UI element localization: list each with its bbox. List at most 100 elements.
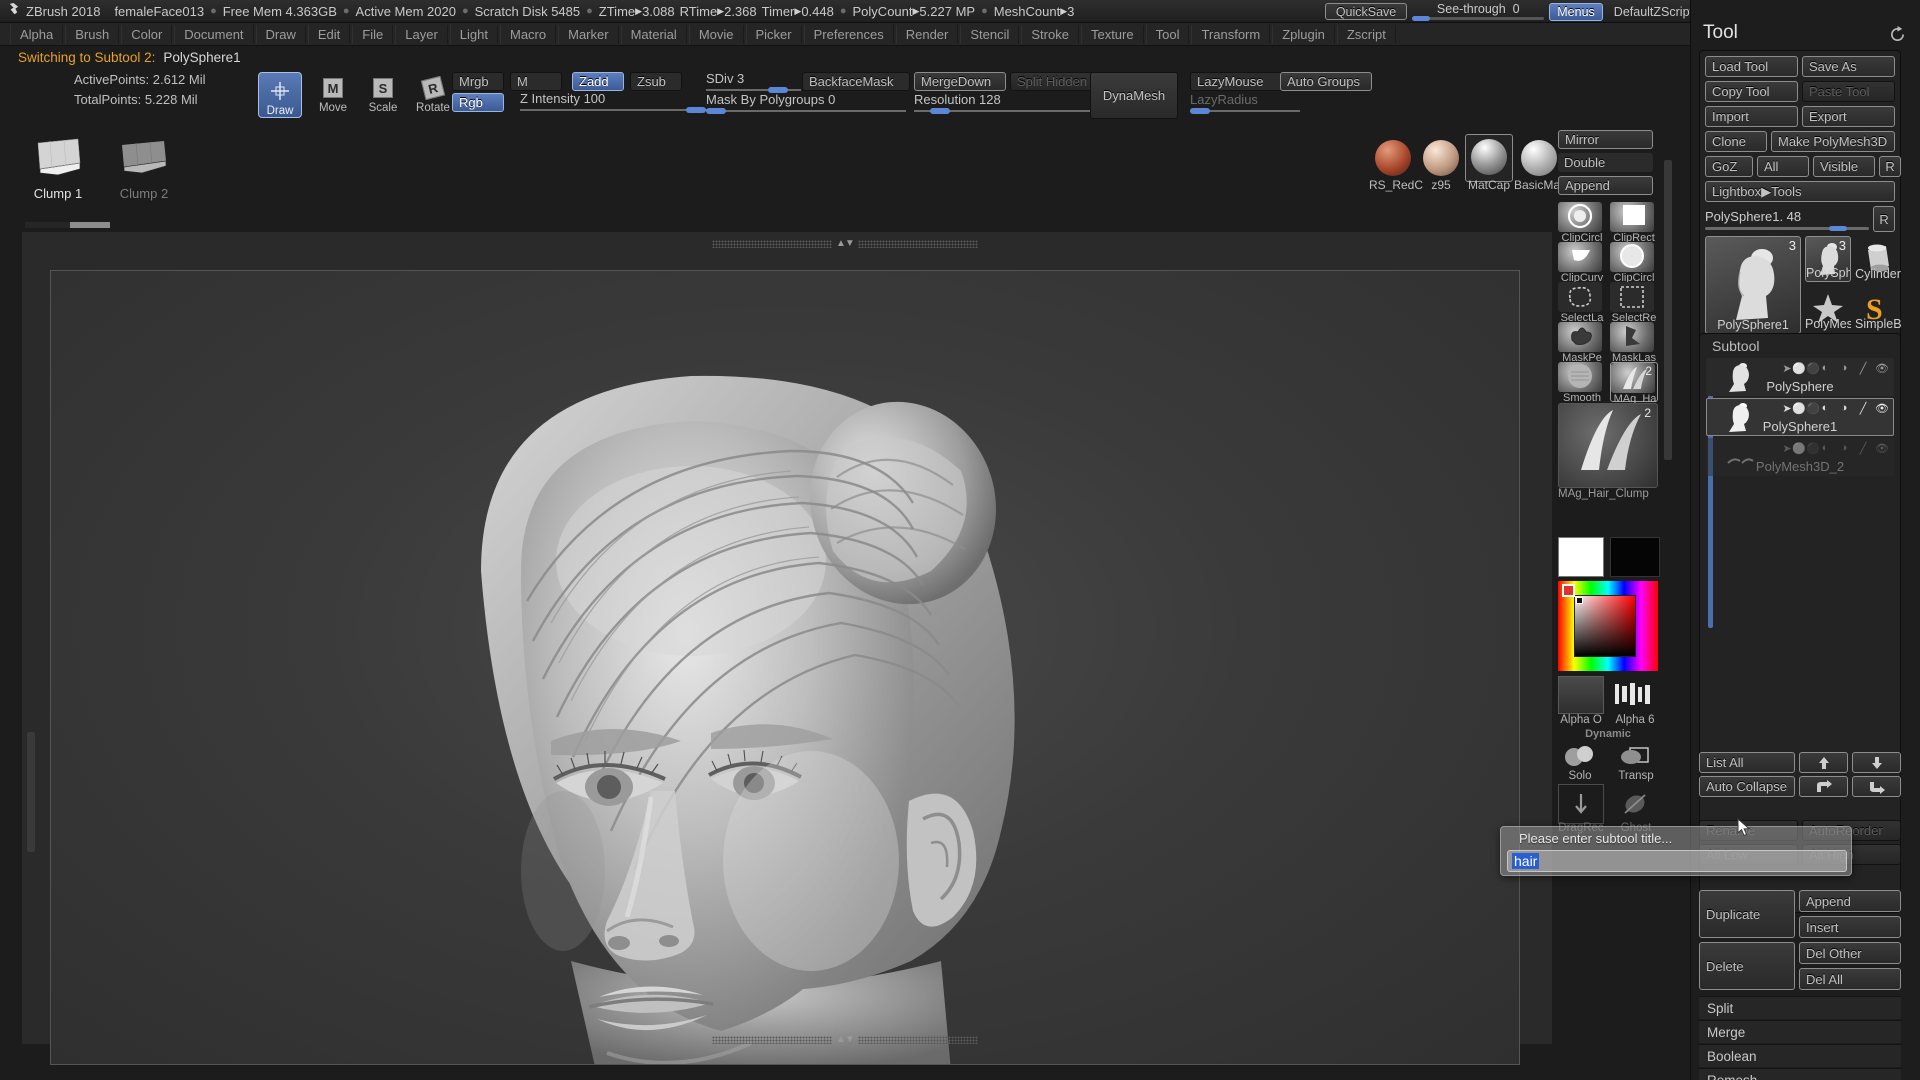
brush-clipcurve[interactable]: ClipCurv <box>1558 242 1606 284</box>
polypaint-icon[interactable]: ⚪⚫ <box>1792 362 1819 375</box>
goz-button[interactable]: GoZ <box>1705 156 1753 177</box>
smooth-shade-icon[interactable]: ╱ <box>1856 402 1870 415</box>
auto-collapse-button[interactable]: Auto Collapse <box>1699 776 1795 797</box>
double-button[interactable]: Double <box>1558 153 1653 172</box>
menu-zplugin[interactable]: Zplugin <box>1272 24 1335 44</box>
tool-thumbnail-clump2[interactable]: Clump 2 <box>108 130 180 201</box>
material-ball-basicmat[interactable] <box>1521 140 1557 176</box>
make-polymesh3d-button[interactable]: Make PolyMesh3D <box>1771 131 1895 152</box>
menu-light[interactable]: Light <box>449 24 498 44</box>
ghost-icon[interactable] <box>1612 784 1658 824</box>
z-intensity-knob[interactable] <box>686 107 706 113</box>
del-all-button[interactable]: Del All <box>1799 968 1901 990</box>
merge-down-button[interactable]: MergeDown <box>914 72 1006 91</box>
see-through-track[interactable] <box>1412 16 1545 21</box>
clone-button[interactable]: Clone <box>1705 131 1767 152</box>
canvas-left-scrollbar[interactable] <box>27 732 35 852</box>
polypaint-icon[interactable]: ⚪⚫ <box>1792 402 1819 415</box>
color-picker-sv-marker[interactable] <box>1576 597 1583 604</box>
half-moon-icon[interactable]: ◐ <box>1818 402 1832 414</box>
indent-left-button[interactable] <box>1852 776 1901 797</box>
eye-icon[interactable]: 👁 <box>1875 362 1889 375</box>
zsub-button[interactable]: Zsub <box>630 72 682 91</box>
tool-grid-cylinder[interactable]: Cylinder <box>1855 236 1901 282</box>
canvas-area[interactable]: ▲▼ ▲▼ <box>22 232 1552 1065</box>
brush-clipcircle2[interactable]: ClipCircl <box>1610 242 1658 284</box>
half-moon-icon[interactable]: ◐ <box>1818 362 1832 374</box>
subtool-icons-polysphere1[interactable]: ➤ ⚪⚫ ◐ ◑ ╱ 👁 <box>1780 402 1889 415</box>
append-subtool-button[interactable]: Append <box>1799 890 1901 912</box>
m-button[interactable]: M <box>510 72 562 91</box>
subtool-title-input[interactable]: hair <box>1507 850 1847 872</box>
brush-selectrect[interactable]: SelectRe <box>1610 282 1658 324</box>
color-picker[interactable] <box>1558 581 1658 671</box>
load-tool-button[interactable]: Load Tool <box>1705 56 1798 77</box>
menu-preferences[interactable]: Preferences <box>803 24 894 44</box>
contrast-icon[interactable]: ◑ <box>1837 362 1851 374</box>
goz-r-button[interactable]: R <box>1879 156 1901 177</box>
menu-stencil[interactable]: Stencil <box>960 24 1020 44</box>
resolution-track[interactable] <box>914 108 1114 114</box>
subtool-item-polysphere1[interactable]: ➤ ⚪⚫ ◐ ◑ ╱ 👁 PolySphere1 <box>1706 398 1894 436</box>
mask-by-polygroups-knob[interactable] <box>706 108 726 114</box>
contrast-icon[interactable]: ◑ <box>1837 442 1851 454</box>
solo-icon[interactable] <box>1556 738 1604 774</box>
see-through-knob[interactable] <box>1412 16 1431 21</box>
grip-arrows-bottom-icon[interactable]: ▲▼ <box>836 1034 855 1045</box>
alpha-on-thumb[interactable] <box>1610 676 1660 714</box>
menu-alpha[interactable]: Alpha <box>10 24 64 44</box>
tool-thumb-scroll-thumb[interactable] <box>70 222 110 228</box>
eye-icon[interactable]: 👁 <box>1875 402 1889 415</box>
subtool-item-polymesh3d2[interactable]: ➤ ⚪⚫ ◐ ◑ ╱ 👁 PolyMesh3D_2 <box>1706 438 1894 476</box>
tool-item-slider[interactable]: PolySphere1. 48 <box>1705 209 1869 231</box>
brush-masklasso[interactable]: MaskLas <box>1610 322 1658 364</box>
menu-color[interactable]: Color <box>121 24 173 44</box>
brush-maskpen[interactable]: MaskPe <box>1558 322 1606 364</box>
merge-section[interactable]: Merge <box>1699 1020 1901 1043</box>
color-picker-hue-marker[interactable] <box>1562 584 1575 597</box>
lazy-radius-knob[interactable] <box>1190 108 1210 114</box>
menu-layer[interactable]: Layer <box>395 24 448 44</box>
goz-visible-button[interactable]: Visible <box>1813 156 1875 177</box>
tool-item-slider-knob[interactable] <box>1829 225 1847 231</box>
move-mode-button[interactable]: M Move <box>312 72 354 114</box>
remesh-section[interactable]: Remesh <box>1699 1068 1901 1080</box>
menu-render[interactable]: Render <box>895 24 959 44</box>
half-moon-icon[interactable]: ◐ <box>1818 442 1832 454</box>
list-all-button[interactable]: List All <box>1699 752 1795 773</box>
menu-brush[interactable]: Brush <box>65 24 120 44</box>
rgb-button[interactable]: Rgb <box>452 93 504 112</box>
polypaint-icon[interactable]: ⚪⚫ <box>1792 442 1819 455</box>
alpha-off-thumb[interactable] <box>1558 676 1604 714</box>
refresh-icon[interactable] <box>1889 26 1906 47</box>
current-brush-preview[interactable]: 2 <box>1558 403 1658 488</box>
menu-movie[interactable]: Movie <box>688 24 744 44</box>
move-up-button[interactable] <box>1799 752 1848 773</box>
subtool-item-polysphere[interactable]: ➤ ⚪⚫ ◐ ◑ ╱ 👁 PolySphere <box>1706 358 1894 396</box>
rotate-mode-button[interactable]: R Rotate <box>412 72 454 114</box>
menu-file[interactable]: File <box>352 24 394 44</box>
smooth-shade-icon[interactable]: ╱ <box>1856 362 1870 375</box>
transp-icon[interactable] <box>1612 738 1658 774</box>
import-button[interactable]: Import <box>1705 106 1798 127</box>
material-ball-z95[interactable] <box>1423 140 1459 176</box>
lazy-radius-slider[interactable]: LazyRadius <box>1190 93 1300 117</box>
copy-tool-button[interactable]: Copy Tool <box>1705 81 1798 102</box>
auto-groups-button[interactable]: Auto Groups <box>1280 72 1372 91</box>
resolution-knob[interactable] <box>930 108 950 114</box>
viewport-3d[interactable] <box>50 270 1520 1065</box>
tool-grid-polysphere1[interactable]: 3 PolySphere1 <box>1705 236 1801 334</box>
lazy-radius-track[interactable] <box>1190 108 1300 114</box>
menu-marker[interactable]: Marker <box>558 24 619 44</box>
dynamesh-button[interactable]: DynaMesh <box>1090 72 1178 119</box>
tool-grid-polysph[interactable]: 3 PolySph <box>1805 236 1851 282</box>
see-through-slider[interactable]: See-through 0 <box>1412 1 1545 22</box>
tool-item-r-button[interactable]: R <box>1873 206 1895 232</box>
resolution-slider[interactable]: Resolution 128 <box>914 93 1114 117</box>
quicksave-button[interactable]: QuickSave <box>1324 3 1408 20</box>
menu-material[interactable]: Material <box>620 24 687 44</box>
goz-all-button[interactable]: All <box>1757 156 1809 177</box>
zadd-button[interactable]: Zadd <box>572 72 624 91</box>
mrgb-button[interactable]: Mrgb <box>452 72 504 91</box>
mask-by-polygroups-slider[interactable]: Mask By Polygroups 0 <box>706 93 906 117</box>
